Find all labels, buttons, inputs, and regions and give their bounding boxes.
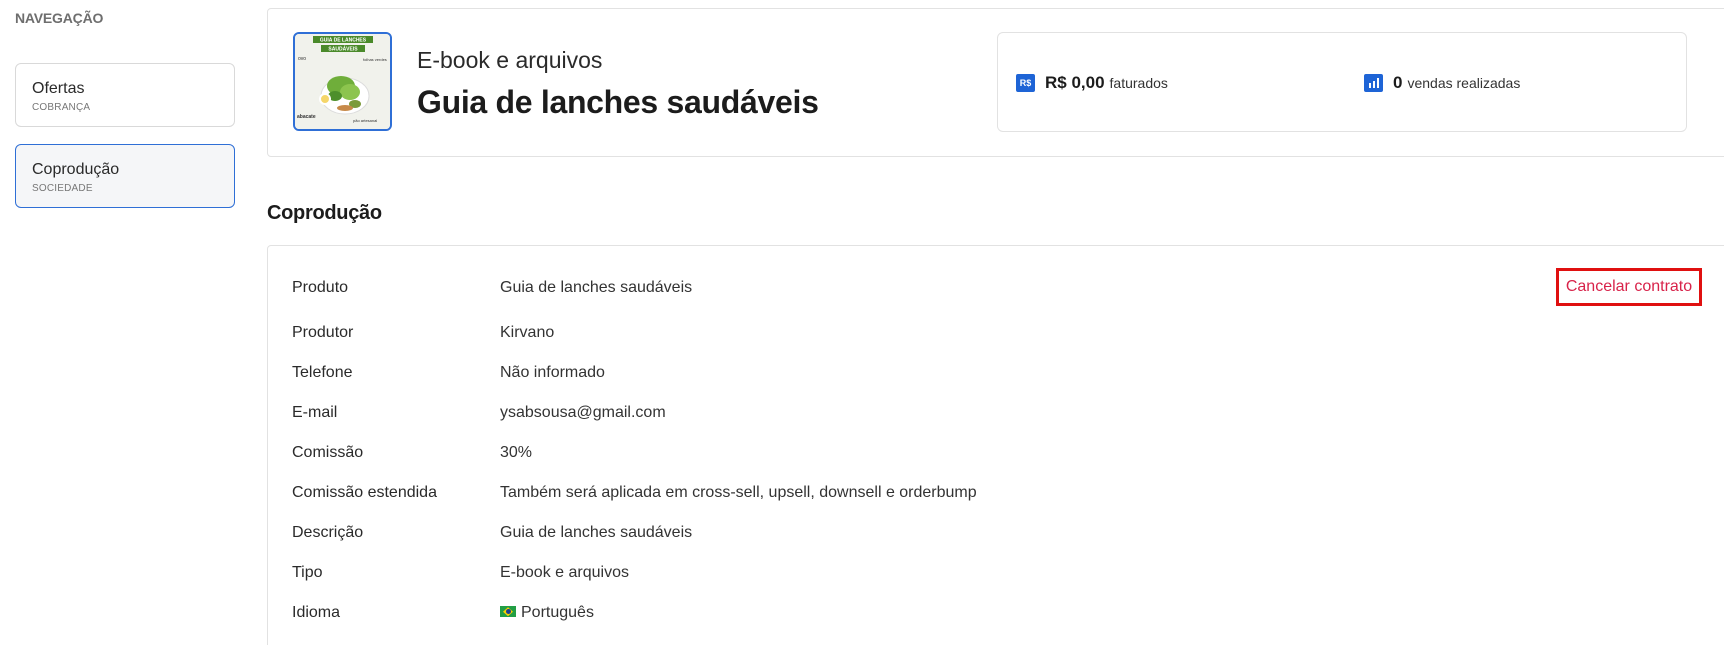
detail-key: Descrição bbox=[292, 524, 364, 541]
thumbnail-banner-1: GUIA DE LANCHES bbox=[320, 38, 367, 44]
detail-row-produto: Produto Guia de lanches saudáveis bbox=[292, 279, 692, 297]
product-title: Guia de lanches saudáveis bbox=[417, 84, 819, 120]
sales-label: vendas realizadas bbox=[1407, 75, 1521, 91]
detail-value: Não informado bbox=[500, 364, 605, 381]
detail-value: 30% bbox=[500, 444, 533, 461]
detail-value: Português bbox=[500, 604, 594, 622]
detail-row-email: E-mail ysabsousa@gmail.com bbox=[292, 404, 666, 422]
stats-box: R$ R$ 0,00 faturados 0 vendas realizadas bbox=[997, 32, 1687, 132]
detail-row-tipo: Tipo E-book e arquivos bbox=[292, 564, 629, 582]
cancel-contract-button[interactable]: Cancelar contrato bbox=[1556, 268, 1702, 306]
thumbnail-label-4: pão artesanal bbox=[353, 118, 377, 123]
detail-key: Comissão bbox=[292, 444, 364, 461]
detail-key: Tipo bbox=[292, 564, 323, 581]
detail-key: Produtor bbox=[292, 324, 354, 341]
sidebar-item-sublabel: COBRANÇA bbox=[32, 102, 91, 113]
detail-row-idioma: Idioma Português bbox=[292, 604, 594, 622]
sidebar-item-sublabel: SOCIEDADE bbox=[32, 183, 93, 194]
detail-key: Produto bbox=[292, 279, 349, 296]
thumbnail-banner-2: SAUDÁVEIS bbox=[328, 46, 358, 53]
detail-row-comissao: Comissão 30% bbox=[292, 444, 532, 462]
detail-row-comissao-estendida: Comissão estendida Também será aplicada … bbox=[292, 484, 977, 502]
thumbnail-label-3: abacate bbox=[297, 114, 316, 120]
product-thumbnail: GUIA DE LANCHES SAUDÁVEIS ovo folhas ver… bbox=[293, 32, 392, 131]
revenue-value: R$ 0,00 bbox=[1045, 73, 1105, 92]
sidebar-title: NAVEGAÇÃO bbox=[15, 10, 104, 26]
detail-value: E-book e arquivos bbox=[500, 564, 629, 581]
brazil-flag-icon bbox=[500, 606, 516, 618]
product-category: E-book e arquivos bbox=[417, 47, 603, 73]
sidebar-item-ofertas[interactable]: Ofertas COBRANÇA bbox=[15, 63, 235, 127]
thumbnail-label-1: ovo bbox=[298, 56, 306, 62]
detail-value: Guia de lanches saudáveis bbox=[500, 279, 693, 296]
sidebar-item-label: Coprodução bbox=[32, 161, 120, 178]
revenue-label: faturados bbox=[1109, 75, 1168, 91]
product-thumbnail-image: GUIA DE LANCHES SAUDÁVEIS ovo folhas ver… bbox=[295, 34, 390, 129]
bar-chart-icon bbox=[1364, 74, 1383, 92]
detail-value: Kirvano bbox=[500, 324, 555, 341]
detail-row-descricao: Descrição Guia de lanches saudáveis bbox=[292, 524, 692, 542]
detail-value: ysabsousa@gmail.com bbox=[500, 404, 666, 421]
detail-key: Comissão estendida bbox=[292, 484, 437, 501]
sidebar-item-label: Ofertas bbox=[32, 80, 85, 97]
currency-icon: R$ bbox=[1016, 74, 1035, 92]
detail-row-produtor: Produtor Kirvano bbox=[292, 324, 554, 342]
product-header: GUIA DE LANCHES SAUDÁVEIS ovo folhas ver… bbox=[267, 8, 1724, 157]
detail-key: E-mail bbox=[292, 404, 338, 421]
section-title: Coprodução bbox=[267, 202, 382, 224]
thumbnail-label-2: folhas verdes bbox=[363, 57, 387, 62]
detail-value: Também será aplicada em cross-sell, upse… bbox=[500, 484, 977, 501]
language-value: Português bbox=[521, 604, 594, 621]
detail-row-telefone: Telefone Não informado bbox=[292, 364, 605, 382]
sales-value: 0 bbox=[1393, 73, 1403, 92]
detail-key: Idioma bbox=[292, 604, 341, 621]
coproduction-details: Produto Guia de lanches saudáveis Produt… bbox=[267, 245, 1724, 645]
sales-stat: 0 vendas realizadas bbox=[1364, 73, 1520, 93]
detail-value: Guia de lanches saudáveis bbox=[500, 524, 693, 541]
detail-key: Telefone bbox=[292, 364, 353, 381]
revenue-stat: R$ R$ 0,00 faturados bbox=[1016, 73, 1168, 93]
sidebar-item-coproducao[interactable]: Coprodução SOCIEDADE bbox=[15, 144, 235, 208]
